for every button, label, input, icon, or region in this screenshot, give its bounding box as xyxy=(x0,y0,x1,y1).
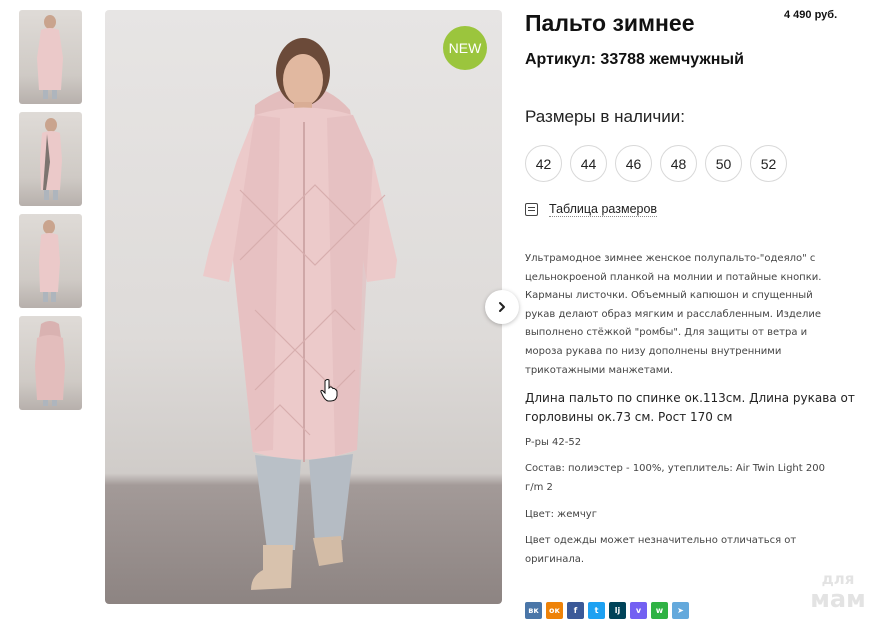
size-button-48[interactable]: 48 xyxy=(660,145,697,182)
new-badge: NEW xyxy=(443,26,487,70)
thumbnail-side[interactable] xyxy=(19,112,82,206)
twitter-icon[interactable]: t xyxy=(588,602,605,619)
size-table-label: Таблица размеров xyxy=(549,202,658,217)
main-product-photo xyxy=(105,10,502,604)
size-button-52[interactable]: 52 xyxy=(750,145,787,182)
product-price: 4 490 руб. xyxy=(784,9,838,21)
size-selector: 42 44 46 48 50 52 xyxy=(525,145,795,182)
product-size-range: Р-ры 42-52 xyxy=(525,437,582,448)
product-measurements: Длина пальто по спинке ок.113см. Длина р… xyxy=(525,391,855,424)
livejournal-icon[interactable]: lj xyxy=(609,602,626,619)
vk-icon[interactable]: вк xyxy=(525,602,542,619)
thumbnail-front[interactable] xyxy=(19,10,82,104)
viber-icon[interactable]: v xyxy=(630,602,647,619)
size-button-42[interactable]: 42 xyxy=(525,145,562,182)
hand-cursor-icon xyxy=(320,378,338,406)
facebook-icon[interactable]: f xyxy=(567,602,584,619)
size-table-link[interactable]: Таблица размеров xyxy=(525,202,658,217)
site-watermark: для мам xyxy=(800,572,876,613)
table-icon xyxy=(525,203,538,216)
size-button-44[interactable]: 44 xyxy=(570,145,607,182)
next-image-button[interactable] xyxy=(485,290,519,324)
size-button-50[interactable]: 50 xyxy=(705,145,742,182)
whatsapp-icon[interactable]: w xyxy=(651,602,668,619)
product-color: Цвет: жемчуг xyxy=(525,509,597,520)
product-description: Ультрамодное зимнее женское полупальто-"… xyxy=(525,253,822,376)
product-color-disclaimer: Цвет одежды может незначительно отличать… xyxy=(525,535,797,565)
size-button-46[interactable]: 46 xyxy=(615,145,652,182)
odnoklassniki-icon[interactable]: ок xyxy=(546,602,563,619)
thumbnail-back[interactable] xyxy=(19,316,82,410)
share-buttons: вк ок f t lj v w ➤ xyxy=(525,602,693,619)
product-composition: Состав: полиэстер - 100%, утеплитель: Ai… xyxy=(525,463,825,493)
sizes-heading: Размеры в наличии: xyxy=(525,107,685,126)
watermark-big: мам xyxy=(810,585,866,613)
telegram-icon[interactable]: ➤ xyxy=(672,602,689,619)
chevron-right-icon xyxy=(499,302,505,312)
thumbnail-list xyxy=(19,10,82,418)
product-article: Артикул: 33788 жемчужный xyxy=(525,51,744,68)
product-title: Пальто зимнее xyxy=(525,10,695,36)
thumbnail-side-2[interactable] xyxy=(19,214,82,308)
